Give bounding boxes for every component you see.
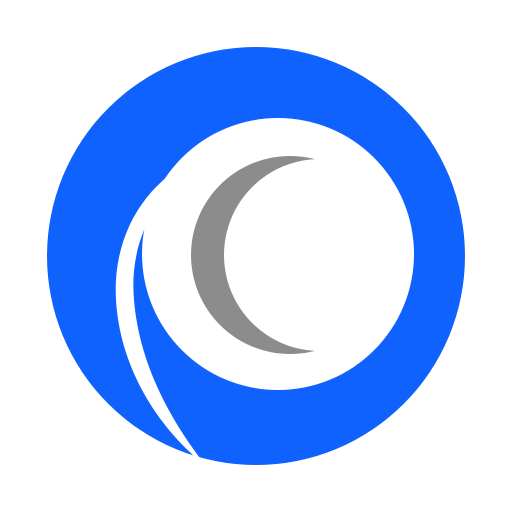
swirl-logo-icon xyxy=(0,0,512,512)
logo-canvas xyxy=(0,0,512,512)
grey-crescent-shape xyxy=(0,0,512,512)
